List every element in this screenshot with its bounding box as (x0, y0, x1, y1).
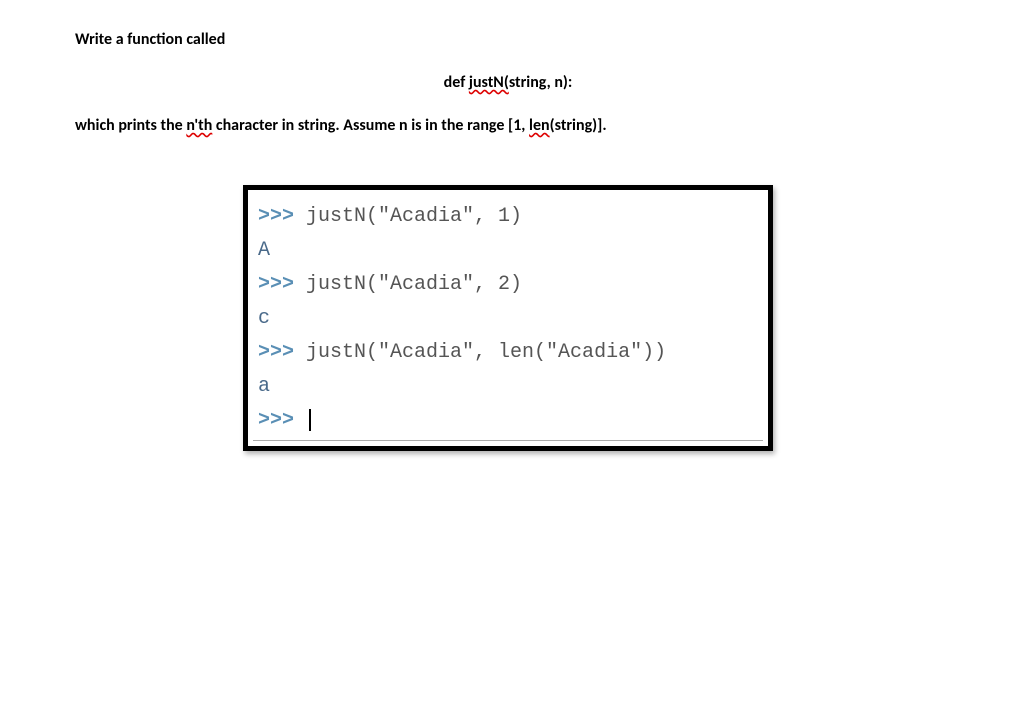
console-line: >>> justN("Acadia", 1) (258, 200, 758, 234)
prompt-icon: >>> (258, 341, 306, 364)
intro-text: Write a function called (75, 30, 941, 49)
console-content: >>> justN("Acadia", 1) A >>> justN("Acad… (258, 200, 758, 441)
console-input: justN("Acadia", len("Acadia")) (306, 341, 666, 364)
prompt-icon: >>> (258, 205, 306, 228)
def-post: string, n): (509, 73, 573, 92)
console-output: a (258, 370, 758, 404)
console-window: >>> justN("Acadia", 1) A >>> justN("Acad… (243, 185, 773, 451)
console-input: justN("Acadia", 1) (306, 205, 522, 228)
prompt-icon: >>> (258, 273, 306, 296)
def-pre: def (444, 73, 469, 92)
console-line: >>> (258, 404, 758, 438)
console-output: c (258, 302, 758, 336)
console-input: justN("Acadia", 2) (306, 273, 522, 296)
console-output: A (258, 234, 758, 268)
cursor-icon (309, 409, 311, 431)
desc-pre: which prints the (75, 116, 186, 135)
console-line: >>> justN("Acadia", len("Acadia")) (258, 336, 758, 370)
def-wavy: justN( (469, 73, 509, 92)
function-signature: def justN(string, n): (75, 73, 941, 92)
prompt-icon: >>> (258, 409, 306, 432)
console-line: >>> justN("Acadia", 2) (258, 268, 758, 302)
description-text: which prints the n'th character in strin… (75, 116, 941, 135)
desc-post: (string)]. (550, 116, 607, 135)
desc-mid: character in string. Assume n is in the … (212, 116, 529, 135)
desc-wavy1: n'th (186, 116, 212, 135)
desc-wavy2: len (529, 116, 550, 135)
console-divider (253, 440, 763, 441)
